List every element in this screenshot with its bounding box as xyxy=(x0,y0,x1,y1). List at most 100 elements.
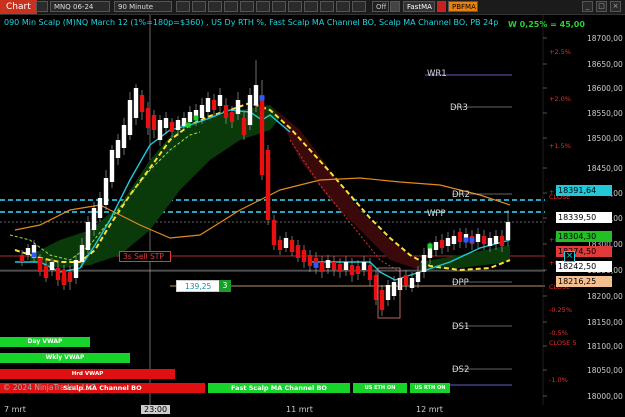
candle-up xyxy=(199,105,205,118)
price-box: 18339,50 xyxy=(556,212,612,223)
candle-up xyxy=(49,262,55,270)
candle-up xyxy=(103,178,109,205)
candle-up xyxy=(85,222,91,250)
signal-marker xyxy=(31,252,37,258)
fast-scalp-button[interactable]: Fast Scalp MA Channel BO xyxy=(208,383,350,393)
candle-down xyxy=(367,265,373,280)
candle-up xyxy=(487,238,493,246)
y-tick-label: 18550,00 xyxy=(587,109,623,118)
pivot-label-wpp: WPP xyxy=(427,209,446,219)
price-box: 18304,30 xyxy=(556,231,612,242)
signal-marker xyxy=(313,262,319,268)
candle-down xyxy=(139,95,145,112)
candle-down xyxy=(55,268,61,280)
candle-up xyxy=(493,236,499,244)
percent-label: -0.25% xyxy=(549,306,572,314)
candle-down xyxy=(481,236,487,244)
y-tick-label: 18050,00 xyxy=(587,366,623,375)
candle-down xyxy=(271,220,277,245)
candle-down xyxy=(145,108,151,128)
candle-down xyxy=(169,122,175,132)
candle-down xyxy=(19,255,25,262)
candle-up xyxy=(253,85,259,105)
candle-up xyxy=(163,118,169,128)
signal-marker xyxy=(259,95,265,101)
candle-down xyxy=(499,236,505,246)
candle-down xyxy=(289,240,295,252)
y-tick-label: 18650,00 xyxy=(587,60,623,69)
y-tick-label: 18700,00 xyxy=(587,34,623,43)
candle-down xyxy=(301,250,307,262)
candle-up xyxy=(121,125,127,148)
signal-marker xyxy=(319,265,325,271)
weekly-vwap-button[interactable]: Wkly VWAP xyxy=(0,353,130,363)
close-label: CLOSE 5 xyxy=(549,339,576,347)
price-box: 18216,25 xyxy=(556,276,612,287)
us-rth-button[interactable]: US RTH ON xyxy=(410,383,450,393)
candle-down xyxy=(295,245,301,258)
candle-up xyxy=(427,248,433,258)
candle-up xyxy=(115,140,121,158)
candle-up xyxy=(25,248,31,255)
close-order-icon[interactable]: × xyxy=(564,251,575,262)
candle-up xyxy=(73,260,79,278)
candle-down xyxy=(337,264,343,272)
candle-up xyxy=(175,120,181,130)
candle-down xyxy=(307,255,313,266)
signal-marker xyxy=(259,105,265,111)
candle-up xyxy=(187,112,193,122)
y-tick-label: 18150,00 xyxy=(587,318,623,327)
candle-up xyxy=(109,150,115,182)
order-qty-badge[interactable]: 3 xyxy=(219,280,231,292)
pivot-label-ds2: DS2 xyxy=(452,365,470,375)
signal-marker xyxy=(427,243,433,249)
candle-up xyxy=(421,255,427,272)
candle-up xyxy=(391,282,397,296)
candle-up xyxy=(217,95,223,106)
candle-up xyxy=(91,208,97,230)
percent-label: +2.0% xyxy=(549,95,571,103)
candle-up xyxy=(415,272,421,282)
hourly-vwap-button[interactable]: Hrd VWAP xyxy=(0,369,175,379)
candle-up xyxy=(205,98,211,112)
y-tick-label: 18100,00 xyxy=(587,342,623,351)
candle-up xyxy=(97,198,103,218)
candle-up xyxy=(505,222,511,240)
percent-label: -0.5% xyxy=(549,329,568,337)
sell-stop-order-label[interactable]: 3s Sell STP xyxy=(119,251,171,262)
order-price-field[interactable]: 139,25 xyxy=(176,280,220,292)
y-tick-label: 18450,00 xyxy=(587,164,623,173)
signal-marker xyxy=(463,237,469,243)
candle-down xyxy=(379,290,385,310)
candle-down xyxy=(403,275,409,285)
percent-label: +1.5% xyxy=(549,142,571,150)
candle-down xyxy=(229,112,235,122)
candle-down xyxy=(277,240,283,250)
candle-down xyxy=(457,232,463,242)
signal-marker xyxy=(193,115,199,121)
candle-up xyxy=(79,245,85,262)
candle-up xyxy=(409,278,415,288)
pivot-label-dr3: DR3 xyxy=(450,103,468,113)
candle-up xyxy=(475,234,481,242)
candle-down xyxy=(43,265,49,278)
candle-down xyxy=(151,115,157,130)
day-vwap-button[interactable]: Day VWAP xyxy=(0,337,90,347)
candle-up xyxy=(451,236,457,244)
y-tick-label: 18500,00 xyxy=(587,134,623,143)
percent-label: -1.0% xyxy=(549,376,568,384)
time-axis-label: 7 mrt xyxy=(4,405,26,414)
candle-down xyxy=(331,262,337,270)
signal-marker xyxy=(469,237,475,243)
y-tick-label: 18600,00 xyxy=(587,84,623,93)
candle-up xyxy=(283,238,289,248)
price-box: 18391,64 xyxy=(556,185,612,196)
chart-title: 090 Min Scalp (M)NQ March 12 (1%=180p=$3… xyxy=(4,18,499,27)
candle-down xyxy=(373,275,379,300)
signal-marker xyxy=(37,259,43,265)
candle-down xyxy=(223,105,229,118)
pivot-label-dpp: DPP xyxy=(452,278,469,288)
us-eth-button[interactable]: US ETH ON xyxy=(353,383,407,393)
pivot-label-dr2: DR2 xyxy=(452,190,470,200)
candle-down xyxy=(241,118,247,135)
